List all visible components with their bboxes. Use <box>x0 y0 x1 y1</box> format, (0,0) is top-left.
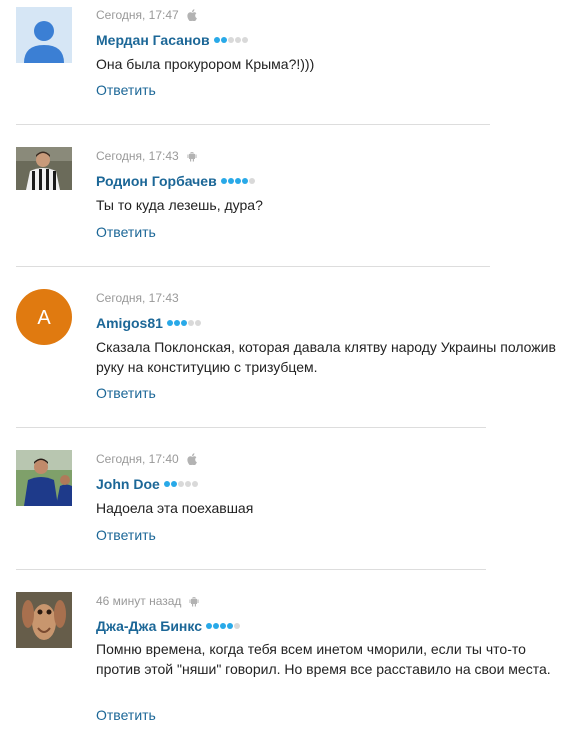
apple-icon <box>187 9 197 21</box>
rating-dot-filled <box>206 623 212 629</box>
rating-dot-empty <box>177 481 184 487</box>
divider <box>16 569 486 570</box>
letter-avatar-icon: A <box>16 289 72 345</box>
comment-text: Надоела эта поехавшая <box>96 500 254 516</box>
reply-button[interactable]: Ответить <box>96 707 156 723</box>
author-row: John Doe <box>96 475 198 493</box>
comment-meta: Сегодня, 17:43 <box>96 290 179 306</box>
rating-dot-filled <box>227 623 233 629</box>
rating-dots <box>213 37 248 43</box>
comment-meta: Сегодня, 17:43 <box>96 148 197 164</box>
rating-dot-empty <box>234 623 240 629</box>
comment-meta: Сегодня, 17:40 <box>96 451 197 467</box>
rating-dots <box>206 623 240 629</box>
avatar-letter: A <box>37 307 51 329</box>
comment-meta: 46 минут назад <box>96 593 199 609</box>
rating-dot-empty <box>187 320 194 326</box>
default-user-avatar-icon <box>16 7 72 63</box>
rating-dot-filled <box>234 178 241 184</box>
rating-dot-filled <box>220 178 227 184</box>
rating-dot-empty <box>241 37 248 43</box>
rating-dot-filled <box>170 481 177 487</box>
rating-dots <box>166 320 201 326</box>
rating-dot-filled <box>220 623 226 629</box>
reply-button[interactable]: Ответить <box>96 527 156 543</box>
rating-dot-filled <box>173 320 180 326</box>
apple-icon <box>187 453 197 465</box>
android-icon <box>189 595 199 607</box>
comment-text: Помню времена, когда тебя всем инетом чм… <box>96 641 551 677</box>
author-name[interactable]: Мердан Гасанов <box>96 32 210 48</box>
rating-dots <box>163 481 198 487</box>
author-name[interactable]: Джа-Джа Бинкс <box>96 618 202 634</box>
rating-dot-filled <box>180 320 187 326</box>
avatar[interactable] <box>16 7 72 63</box>
comment-time: Сегодня, 17:47 <box>96 8 179 22</box>
android-icon <box>187 150 197 162</box>
comment-time: Сегодня, 17:40 <box>96 452 179 466</box>
rating-dot-empty <box>191 481 198 487</box>
rating-dot-empty <box>194 320 201 326</box>
reply-button[interactable]: Ответить <box>96 82 156 98</box>
author-name[interactable]: Amigos81 <box>96 315 163 331</box>
rating-dot-filled <box>227 178 234 184</box>
user-photo-icon <box>16 592 72 648</box>
rating-dot-filled <box>213 623 219 629</box>
comment-time: 46 минут назад <box>96 594 182 608</box>
rating-dot-empty <box>234 37 241 43</box>
divider <box>16 427 486 428</box>
divider <box>16 266 490 267</box>
avatar[interactable] <box>16 592 72 648</box>
rating-dot-filled <box>166 320 173 326</box>
comment-text: Ты то куда лезешь, дура? <box>96 197 263 213</box>
user-photo-icon <box>16 147 72 190</box>
rating-dot-empty <box>184 481 191 487</box>
author-row: Мердан Гасанов <box>96 31 248 49</box>
author-row: Джа-Джа Бинкс <box>96 617 240 635</box>
user-photo-icon <box>16 450 72 506</box>
rating-dot-empty <box>248 178 255 184</box>
avatar[interactable] <box>16 450 72 506</box>
rating-dot-filled <box>213 37 220 43</box>
rating-dot-empty <box>227 37 234 43</box>
author-row: Родион Горбачев <box>96 172 255 190</box>
reply-button[interactable]: Ответить <box>96 224 156 240</box>
comment-time: Сегодня, 17:43 <box>96 291 179 305</box>
comment-meta: Сегодня, 17:47 <box>96 7 197 23</box>
rating-dot-filled <box>220 37 227 43</box>
divider <box>16 124 490 125</box>
rating-dot-filled <box>163 481 170 487</box>
author-name[interactable]: Родион Горбачев <box>96 173 217 189</box>
comment-text: Она была прокурором Крыма?!))) <box>96 56 315 72</box>
rating-dot-filled <box>241 178 248 184</box>
author-row: Amigos81 <box>96 314 201 332</box>
author-name[interactable]: John Doe <box>96 476 160 492</box>
avatar[interactable] <box>16 147 72 190</box>
comment-time: Сегодня, 17:43 <box>96 149 179 163</box>
reply-button[interactable]: Ответить <box>96 385 156 401</box>
comment-text: Сказала Поклонская, которая давала клятв… <box>96 339 556 375</box>
avatar[interactable]: A <box>16 289 72 345</box>
rating-dots <box>220 178 255 184</box>
